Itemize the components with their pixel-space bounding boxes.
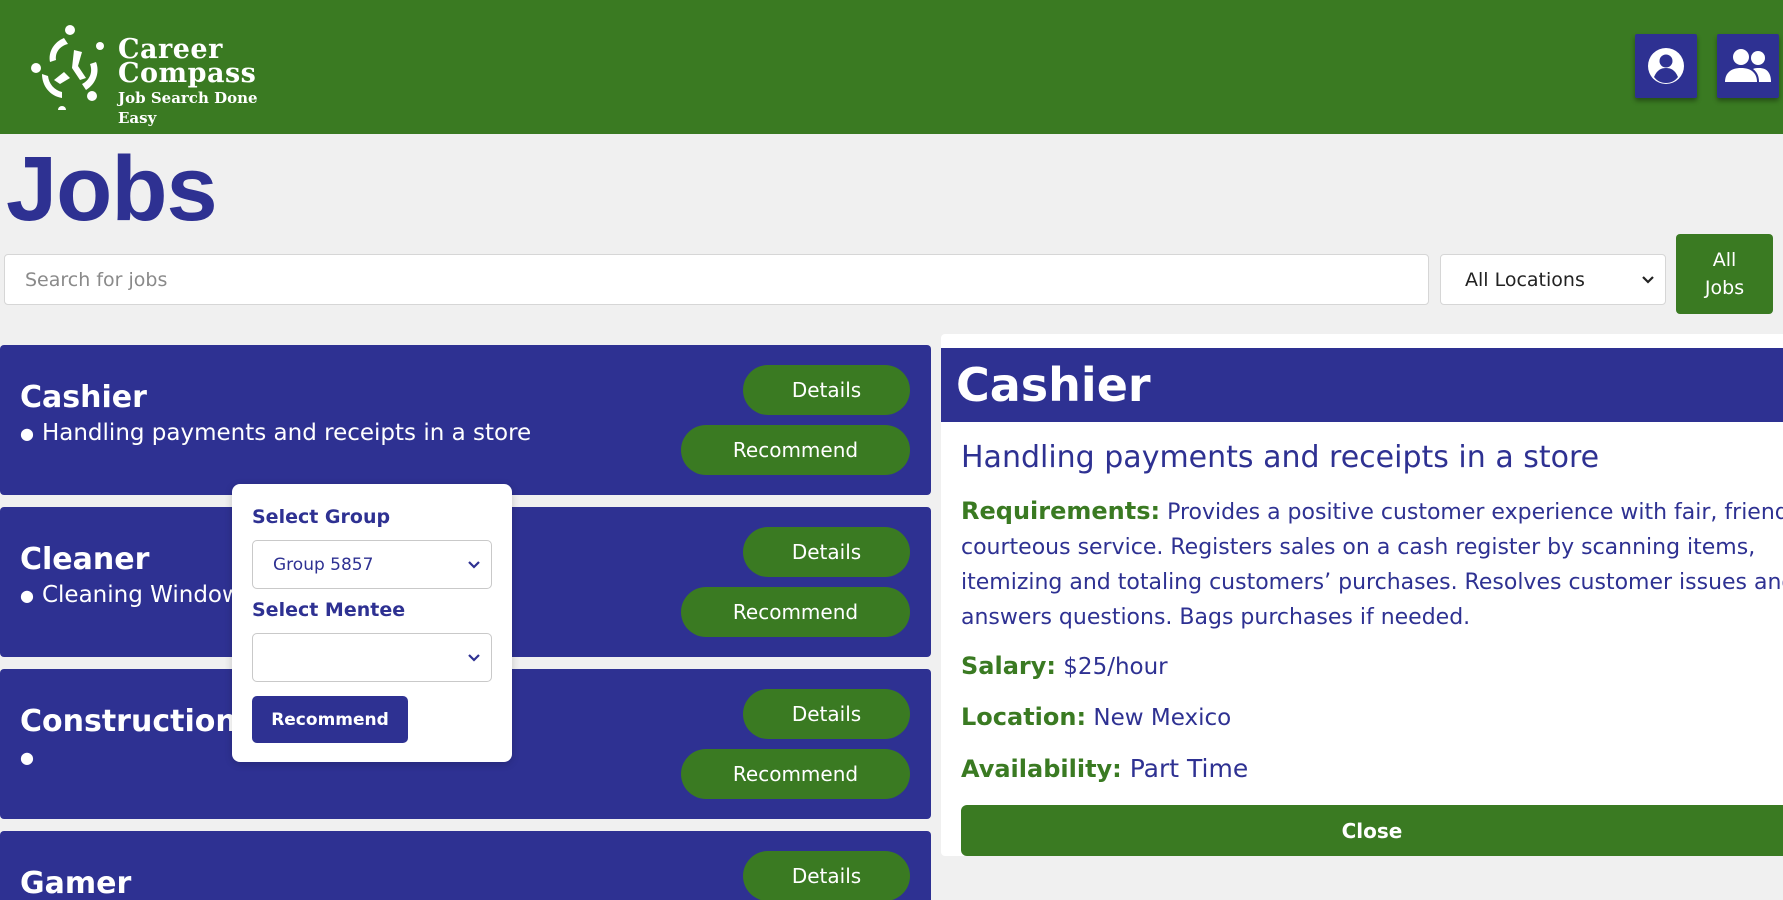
user-circle-icon — [1648, 48, 1684, 84]
all-jobs-line-1: All — [1712, 249, 1737, 271]
chevron-down-icon — [1642, 275, 1654, 284]
compass-people-icon — [31, 25, 104, 110]
job-description: Cleaning Windows — [41, 582, 253, 608]
recommend-button[interactable]: Recommend — [681, 587, 910, 637]
page-title: Jobs — [6, 138, 218, 240]
top-navbar: Career Compass Job Search Done Easy — [0, 0, 1783, 134]
details-button[interactable]: Details — [743, 851, 910, 900]
job-title: Gamer — [20, 866, 132, 900]
mentees-button[interactable] — [1717, 34, 1779, 98]
requirements: Requirements: Provides a positive custom… — [961, 494, 1783, 635]
popup-recommend-button[interactable]: Recommend — [252, 696, 408, 743]
detail-header: Cashier — [941, 348, 1783, 422]
location-select-value: All Locations — [1465, 268, 1585, 291]
select-mentee-label: Select Mentee — [252, 599, 406, 621]
job-detail-panel: Cashier Handling payments and receipts i… — [941, 334, 1783, 856]
availability-row: Availability: Part Time — [961, 754, 1248, 783]
group-select-value: Group 5857 — [273, 554, 374, 575]
profile-button[interactable] — [1635, 34, 1697, 98]
recommend-popup: Select Group Group 5857 Select Mentee Re… — [232, 484, 512, 762]
location-label: Location: — [961, 703, 1087, 731]
recommend-button[interactable]: Recommend — [681, 749, 910, 799]
bullet: ● — [20, 585, 34, 605]
availability-value: Part Time — [1129, 754, 1249, 783]
logo-tagline: Job Search Done Easy — [118, 89, 258, 127]
recommend-button[interactable]: Recommend — [681, 425, 910, 475]
salary-value: $25/hour — [1063, 654, 1168, 680]
group-select[interactable]: Group 5857 — [252, 540, 492, 589]
job-title: Cleaner — [20, 542, 150, 577]
detail-title: Cashier — [956, 358, 1151, 412]
detail-subtitle: Handling payments and receipts in a stor… — [961, 440, 1600, 475]
location-select[interactable]: All Locations — [1440, 254, 1666, 305]
close-button[interactable]: Close — [961, 805, 1783, 856]
users-icon — [1725, 49, 1771, 82]
job-title: Cashier — [20, 380, 147, 415]
all-jobs-line-2: Jobs — [1704, 277, 1745, 299]
job-card-cashier[interactable]: Cashier ● Handling payments and receipts … — [0, 345, 931, 495]
salary-row: Salary: $25/hour — [961, 652, 1168, 680]
location-row: Location: New Mexico — [961, 703, 1231, 731]
career-compass-logo[interactable]: Career Compass Job Search Done Easy — [24, 20, 294, 127]
mentee-select[interactable] — [252, 633, 492, 682]
job-card-gamer[interactable]: Gamer Details — [0, 831, 931, 900]
bullet: ● — [20, 423, 34, 443]
select-group-label: Select Group — [252, 506, 391, 528]
chevron-down-icon — [468, 653, 480, 662]
logo-line-2: Compass — [118, 58, 257, 89]
details-button[interactable]: Details — [743, 689, 910, 739]
requirements-label: Requirements: — [961, 497, 1161, 525]
details-button[interactable]: Details — [743, 365, 910, 415]
availability-label: Availability: — [961, 755, 1122, 783]
bullet: ● — [20, 747, 34, 767]
details-button[interactable]: Details — [743, 527, 910, 577]
search-input[interactable] — [4, 254, 1429, 305]
location-value: New Mexico — [1093, 705, 1232, 731]
salary-label: Salary: — [961, 652, 1056, 680]
chevron-down-icon — [468, 560, 480, 569]
job-description: Handling payments and receipts in a stor… — [41, 420, 532, 446]
all-jobs-button[interactable]: All Jobs — [1676, 234, 1773, 314]
